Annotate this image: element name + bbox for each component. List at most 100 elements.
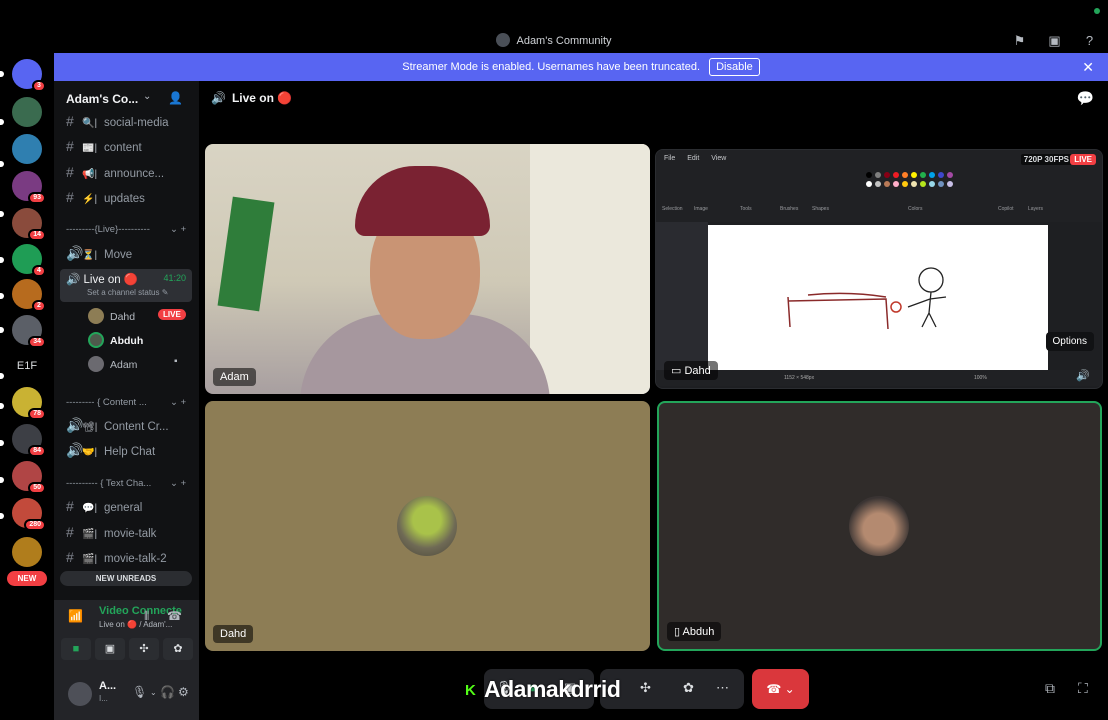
guild-icon[interactable]: 14: [12, 208, 46, 241]
guild-icon[interactable]: 93: [12, 171, 46, 204]
video-tile-adam[interactable]: Adam: [205, 144, 650, 394]
color-palette: [866, 172, 953, 187]
voice-user-adam[interactable]: Adam ▪: [88, 356, 178, 372]
guild-icon[interactable]: 4: [12, 244, 46, 277]
speaker-icon: 🔊: [66, 274, 81, 286]
unread-pip: [0, 293, 4, 299]
emoji-icon: 💬|: [82, 503, 98, 514]
avatar[interactable]: [68, 682, 92, 706]
voice-connected-subtitle[interactable]: Live on 🔴 / Adam'...: [99, 620, 172, 629]
guild-icon[interactable]: 50: [12, 461, 46, 494]
volume-icon[interactable]: 🔊: [1076, 369, 1090, 382]
guild-icon[interactable]: 34: [12, 315, 46, 348]
headphones-icon[interactable]: 🎧: [160, 685, 175, 699]
kick-logo: K: [465, 682, 476, 699]
category-text[interactable]: ---------- { Text Cha... ⌄ +: [66, 478, 186, 489]
color-swatch: [884, 181, 890, 187]
voice-channel-move[interactable]: 🔊⏳| Move: [66, 245, 132, 262]
voice-user-abduh[interactable]: Abduh: [88, 332, 143, 348]
invite-icon[interactable]: 👤: [168, 91, 183, 105]
help-icon[interactable]: ?: [1081, 32, 1098, 49]
user-panel: A... I... 🎙 ⌄ 🎧 ⚙: [54, 672, 199, 720]
drawing: [787, 267, 947, 330]
soundboard-button[interactable]: ✿: [163, 638, 193, 660]
activities-icon[interactable]: ✣: [640, 680, 651, 696]
category-live[interactable]: ---------{Live}---------- ⌄ +: [66, 224, 186, 235]
more-options-icon[interactable]: ⋯: [716, 680, 729, 696]
fullscreen-icon[interactable]: ⛶: [1078, 680, 1088, 697]
unread-badge: 93: [28, 192, 46, 204]
close-icon[interactable]: ✕: [1082, 53, 1094, 81]
voice-channel-content-creator[interactable]: 🔊📽| Content Cr...: [66, 417, 169, 434]
unread-pip: [0, 211, 4, 217]
channel-social-media[interactable]: # 🔍| social-media: [66, 113, 169, 129]
paint-canvas: [708, 225, 1048, 373]
tile-name-tag: ▭ Dahd: [664, 361, 718, 380]
user-name: A...: [99, 680, 117, 692]
guild-text-icon[interactable]: E1F: [10, 360, 44, 372]
voice-channel-help-chat[interactable]: 🔊🤝| Help Chat: [66, 442, 155, 459]
video-tile-dahd[interactable]: Dahd: [205, 401, 650, 651]
guild-icon[interactable]: [12, 537, 42, 567]
category-controls[interactable]: ⌄ +: [170, 478, 186, 489]
video-tile-abduh[interactable]: ▯ Abduh: [657, 401, 1102, 651]
color-swatch: [902, 181, 908, 187]
screen-icon: ▭: [671, 365, 685, 377]
disable-button[interactable]: Disable: [709, 58, 760, 76]
title-bar: Adam's Community ⚑ ▣ ?: [0, 0, 1108, 53]
color-swatch: [929, 172, 935, 178]
category-controls[interactable]: ⌄ +: [170, 224, 186, 235]
soundboard-icon[interactable]: ✿: [683, 680, 694, 696]
screen-share-button[interactable]: ▣: [95, 638, 125, 660]
server-name[interactable]: Adam's Co...: [66, 92, 138, 106]
guild-icon[interactable]: 3: [12, 59, 46, 92]
avatar: [88, 332, 104, 348]
emoji-icon: 📽|: [82, 422, 98, 433]
guild-icon[interactable]: 84: [12, 424, 46, 457]
chevron-down-icon[interactable]: ⌄: [143, 91, 151, 102]
guild-icon[interactable]: 2: [12, 279, 46, 312]
paint-menu: File Edit View: [664, 155, 736, 162]
paint-status-bar: 1152 × 548px 100%: [656, 370, 1102, 386]
chat-icon[interactable]: 💬: [1077, 90, 1094, 107]
guild-icon[interactable]: [12, 97, 42, 127]
camera-button[interactable]: ■: [61, 638, 91, 660]
phone-icon: ▯: [674, 626, 683, 638]
new-guild-pill[interactable]: NEW: [7, 571, 47, 586]
category-content[interactable]: --------- { Content ... ⌄ +: [66, 397, 186, 408]
screen-share-dahd[interactable]: File Edit View Selection Image Tools Bru…: [655, 149, 1103, 389]
canvas-size: 1152 × 548px: [784, 375, 815, 381]
signal-icon[interactable]: 📶: [68, 609, 83, 623]
pop-out-icon[interactable]: ⧉: [1045, 680, 1055, 697]
disconnect-icon[interactable]: ☎: [167, 609, 182, 623]
chevron-down-icon[interactable]: ⌄: [150, 688, 157, 697]
color-swatch: [938, 181, 944, 187]
settings-gear-icon[interactable]: ⚙: [178, 685, 189, 699]
scarf: [217, 196, 275, 312]
guild-icon[interactable]: [12, 134, 42, 164]
color-swatch: [911, 181, 917, 187]
channel-announcements[interactable]: # 📢| announce...: [66, 164, 164, 180]
color-swatch: [893, 172, 899, 178]
end-call-button[interactable]: ☎ ⌄: [752, 669, 809, 709]
flag-icon[interactable]: ⚑: [1011, 32, 1028, 49]
channel-content[interactable]: # 📰| content: [66, 138, 142, 154]
activities-button[interactable]: ✣: [129, 638, 159, 660]
channel-general[interactable]: # 💬| general: [66, 498, 142, 514]
channel-updates[interactable]: # ⚡| updates: [66, 189, 145, 205]
emoji-icon: 🔍|: [82, 118, 98, 129]
category-controls[interactable]: ⌄ +: [170, 397, 186, 408]
unread-pip: [0, 403, 4, 409]
voice-channel-live-on[interactable]: 🔊 Live on 🔴 41:20 Set a channel status ✎: [60, 269, 192, 302]
new-unreads-pill[interactable]: NEW UNREADS: [60, 571, 192, 586]
screen-share-icon[interactable]: ▣: [1046, 32, 1063, 49]
noise-suppression-icon[interactable]: ⦀: [144, 609, 149, 624]
set-status-link[interactable]: Set a channel status ✎: [87, 288, 168, 297]
color-swatch: [875, 172, 881, 178]
voice-user-dahd[interactable]: Dahd LIVE: [88, 308, 186, 324]
microphone-icon[interactable]: 🎙: [132, 685, 147, 699]
guild-icon[interactable]: 78: [12, 387, 46, 420]
guild-icon[interactable]: 280: [12, 498, 46, 531]
channel-movie-talk[interactable]: # 🎬| movie-talk: [66, 524, 156, 540]
channel-movie-talk-2[interactable]: # 🎬| movie-talk-2: [66, 549, 167, 565]
